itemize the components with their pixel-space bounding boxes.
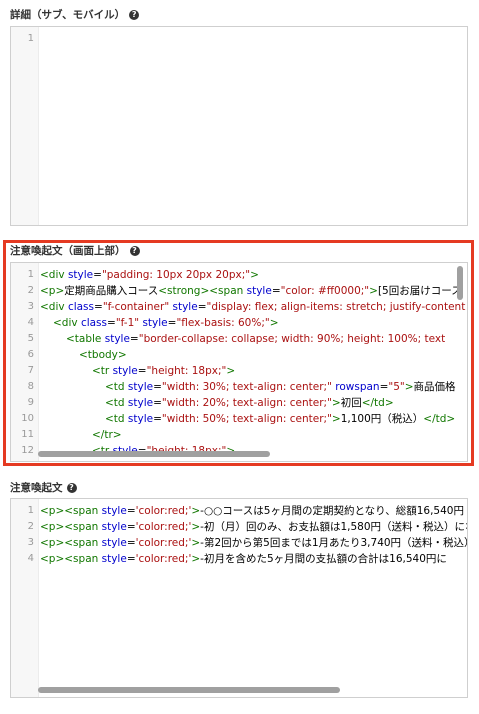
code-line: 1 <p><span style='color:red;'>-○○コースは5ヶ月間… [11, 503, 467, 519]
help-icon[interactable]: ? [66, 482, 77, 493]
code-token: = [126, 521, 136, 533]
section1-label: 詳細（サブ、モバイル） ? [10, 7, 140, 22]
details-sub-mobile-editor[interactable]: 1 [10, 26, 468, 226]
code-text: <p><span style='color:red;'>-初月を含めた5ヶ月間の… [40, 551, 467, 567]
code-token: style [101, 505, 127, 517]
code-token: = [126, 553, 136, 565]
code-text: <p><span style='color:red;'>-○○コースは5ヶ月間の… [40, 503, 467, 519]
line-gutter [11, 27, 39, 225]
code-token: -初月を含めた5ヶ月間の支払額の合計は16,540円に [200, 553, 447, 565]
code-token: <p><span [40, 553, 102, 565]
code-token: = [126, 537, 136, 549]
highlight-box [3, 240, 474, 466]
code-token: > [191, 505, 201, 517]
code-token: -○○コースは5ヶ月間の定期契約となり、総額16,540円 [200, 505, 464, 517]
code-token: 'color:red;' [135, 505, 192, 517]
horizontal-scrollbar[interactable] [38, 687, 340, 693]
section3-label: 注意喚起文 ? [10, 480, 77, 495]
help-icon[interactable]: ? [129, 9, 140, 20]
code-line: 4 <p><span style='color:red;'>-初月を含めた5ヶ月間… [11, 551, 467, 567]
code-token: <p><span [40, 505, 102, 517]
code-token: style [101, 521, 127, 533]
code-token: <p><span [40, 521, 102, 533]
code-line: 2 <p><span style='color:red;'>-初（月）回のみ、お支… [11, 519, 467, 535]
code-token: 'color:red;' [135, 553, 192, 565]
line-number: 2 [27, 521, 34, 532]
code-token: = [126, 505, 136, 517]
code-token: -第2回から第5回までは1月あたり3,740円（送料・税込） [200, 537, 467, 549]
code-token: > [191, 553, 201, 565]
code-token: 'color:red;' [135, 537, 192, 549]
line-number: 1 [27, 505, 34, 516]
code-line: 3 <p><span style='color:red;'>-第2回から第5回まで… [11, 535, 467, 551]
code-line: 1 [27, 33, 34, 44]
code-token: style [101, 537, 127, 549]
code-text: <p><span style='color:red;'>-初（月）回のみ、お支払… [40, 519, 467, 535]
line-number: 3 [27, 537, 34, 548]
code-token: 'color:red;' [135, 521, 192, 533]
code-token: style [101, 553, 127, 565]
code-token: > [191, 537, 201, 549]
code-text: <p><span style='color:red;'>-第2回から第5回までは… [40, 535, 467, 551]
code-lines: 1 <p><span style='color:red;'>-○○コースは5ヶ月間… [11, 503, 467, 567]
caution-editor[interactable]: 1 <p><span style='color:red;'>-○○コースは5ヶ月間… [10, 498, 468, 698]
code-token: -初（月）回のみ、お支払額は1,580円（送料・税込）になります [200, 521, 467, 533]
code-token: <p><span [40, 537, 102, 549]
code-token: > [191, 521, 201, 533]
line-number: 4 [27, 553, 34, 564]
